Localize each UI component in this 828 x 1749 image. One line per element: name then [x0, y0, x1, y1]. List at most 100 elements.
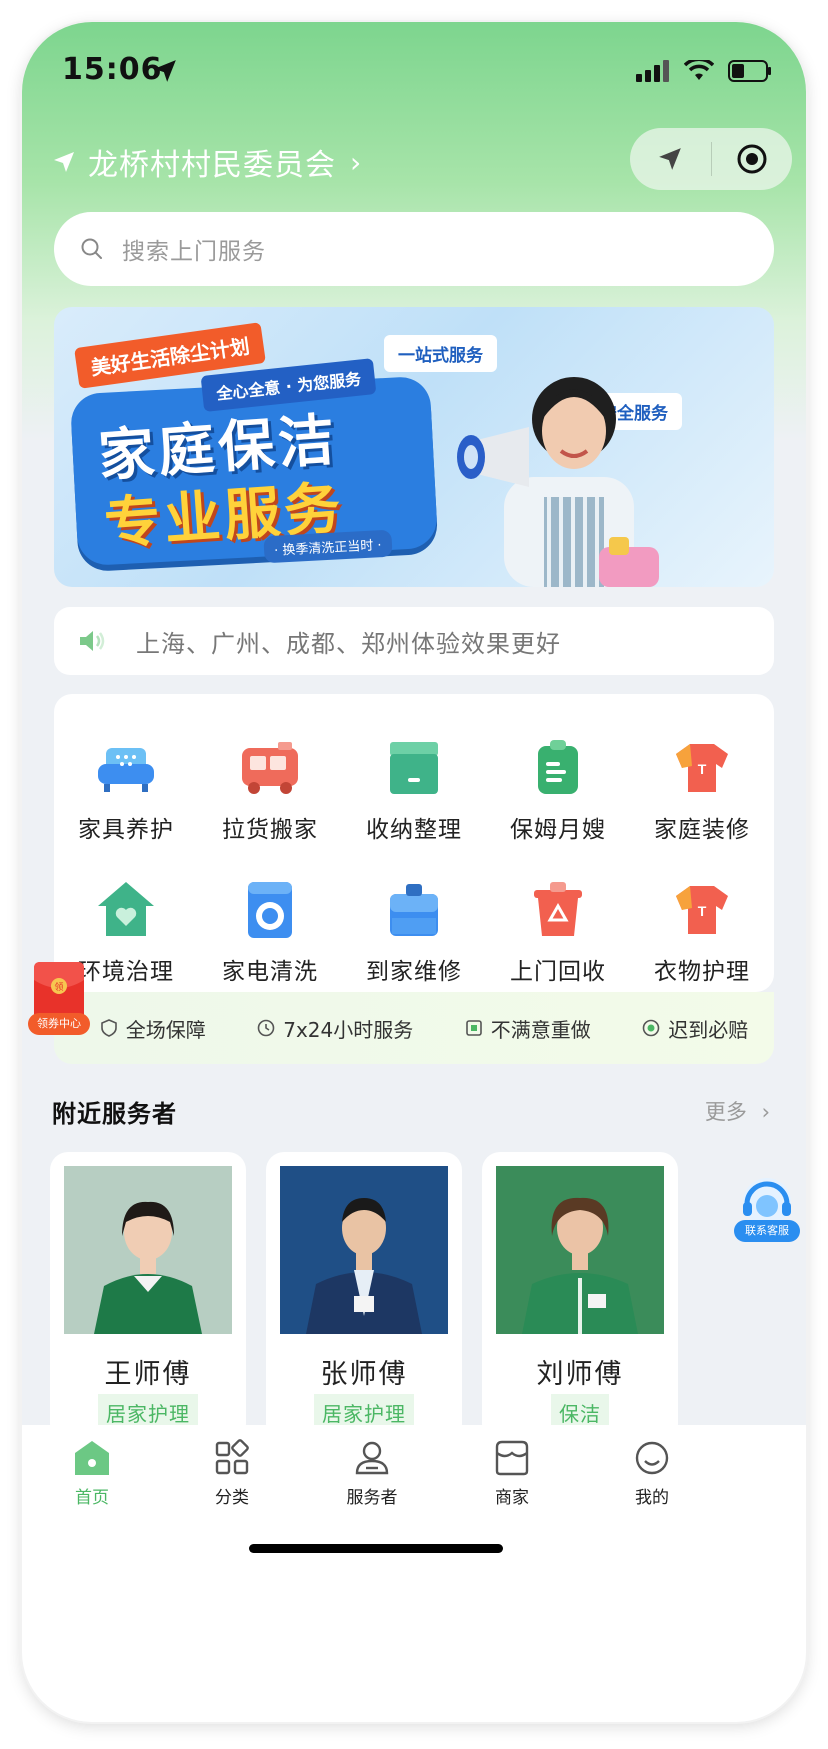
target-icon — [737, 144, 767, 174]
phone-screen: 15:06 龙桥村村民委员会 › 搜索上门服务 美好生活除尘计划 全心全意 · … — [22, 22, 806, 1722]
service-label: 到家维修 — [366, 959, 462, 985]
truck-icon — [242, 742, 298, 794]
service-categories-grid: 家具养护 拉货搬家 收纳整理 保姆月嫂 T 家庭装修 环境治理 家电清洗 到家维… — [54, 694, 774, 992]
capsule-location-button[interactable] — [630, 128, 711, 190]
tab-label: 我的 — [635, 1488, 669, 1508]
wifi-icon — [684, 60, 714, 80]
service-item-appliance-cleaning[interactable]: 家电清洗 — [198, 878, 342, 986]
service-label: 衣物护理 — [654, 959, 750, 985]
worker-photo — [496, 1166, 664, 1334]
nearby-more-link[interactable]: 更多 › — [705, 1096, 770, 1126]
tshirt-icon: T — [676, 744, 728, 792]
search-input[interactable]: 搜索上门服务 — [54, 212, 774, 286]
battery-icon — [728, 60, 771, 82]
home-icon — [75, 1441, 109, 1475]
service-item-recycling[interactable]: 上门回收 — [486, 878, 630, 986]
notice-bar[interactable]: 上海、广州、成都、郑州体验效果更好 — [54, 607, 774, 675]
tab-merchants[interactable]: 商家 — [452, 1439, 572, 1508]
mini-program-capsule — [630, 128, 792, 190]
service-item-clothing-care[interactable]: T 衣物护理 — [630, 878, 774, 986]
navigation-icon — [54, 152, 74, 172]
worker-photo — [280, 1166, 448, 1334]
worker-name: 张师傅 — [320, 1359, 408, 1390]
service-label: 家具养护 — [78, 817, 174, 843]
tab-label: 分类 — [215, 1488, 249, 1508]
tab-category[interactable]: 分类 — [172, 1439, 292, 1508]
clipboard-icon — [538, 740, 578, 794]
service-item-home-repair[interactable]: 到家维修 — [342, 878, 486, 986]
cleaner-with-megaphone-image — [457, 377, 659, 587]
coupon-badge: 领 — [54, 981, 63, 993]
profile-smile-icon — [635, 1441, 669, 1475]
location-arrow-icon — [154, 60, 176, 82]
worker-name: 刘师傅 — [536, 1359, 624, 1390]
worker-card[interactable]: 刘师傅 保洁 — [482, 1152, 678, 1442]
storage-box-icon — [390, 742, 438, 794]
washing-machine-icon — [248, 882, 292, 938]
worker-card[interactable]: 张师傅 居家护理 — [266, 1152, 462, 1442]
clock-icon — [257, 1019, 275, 1037]
worker-card[interactable]: 王师傅 居家护理 — [50, 1152, 246, 1442]
location-name: 龙桥村村民委员会 — [88, 148, 336, 183]
service-label: 家庭装修 — [654, 817, 750, 843]
recycle-bin-icon — [534, 882, 582, 936]
tab-workers[interactable]: 服务者 — [312, 1439, 432, 1508]
guarantee-label: 全场保障 — [125, 1017, 206, 1042]
tab-label: 商家 — [495, 1488, 529, 1508]
search-icon — [81, 238, 102, 259]
sofa-icon — [98, 748, 154, 792]
status-icons — [636, 60, 772, 82]
chevron-right-icon: › — [350, 145, 362, 179]
status-bar: 15:06 — [22, 22, 806, 122]
store-icon — [495, 1440, 529, 1476]
worker-name: 王师傅 — [104, 1359, 192, 1390]
worker-icon — [355, 1441, 389, 1475]
capsule-close-button[interactable] — [712, 128, 793, 190]
tshirt-icon: T — [676, 886, 728, 934]
house-heart-icon — [98, 882, 154, 936]
guarantee-label: 迟到必赔 — [668, 1017, 749, 1042]
service-label: 保姆月嫂 — [510, 817, 606, 843]
worker-photo — [64, 1166, 232, 1334]
navigation-icon — [659, 148, 682, 170]
chevron-right-icon: › — [761, 1100, 770, 1124]
more-label: 更多 — [704, 1100, 747, 1124]
tab-label: 服务者 — [346, 1488, 398, 1508]
promo-banner[interactable]: 美好生活除尘计划 全心全意 · 为您服务 家庭保洁 专业服务 · 换季清洗正当时… — [54, 307, 774, 587]
tab-label: 首页 — [75, 1488, 109, 1508]
service-item-moving[interactable]: 拉货搬家 — [198, 736, 342, 844]
service-item-organizing[interactable]: 收纳整理 — [342, 736, 486, 844]
service-item-nanny[interactable]: 保姆月嫂 — [486, 736, 630, 844]
guarantee-item: 7x24小时服务 — [257, 1014, 413, 1043]
home-indicator — [249, 1544, 503, 1553]
location-selector[interactable]: 龙桥村村民委员会 › — [52, 140, 361, 184]
service-label: 上门回收 — [510, 959, 606, 985]
guarantee-item: 全场保障 — [100, 1014, 206, 1043]
compensation-icon — [642, 1019, 660, 1037]
status-time: 15:06 — [62, 52, 163, 87]
guarantee-label: 不满意重做 — [490, 1017, 591, 1042]
tab-profile[interactable]: 我的 — [592, 1439, 712, 1508]
service-item-furniture-care[interactable]: 家具养护 — [54, 736, 198, 844]
service-label: 拉货搬家 — [222, 817, 318, 843]
cellular-signal-icon — [636, 60, 669, 82]
banner-tag-bottom: · 换季清洗正当时 · — [263, 529, 393, 564]
search-placeholder: 搜索上门服务 — [122, 239, 266, 265]
service-guarantees: 全场保障 7x24小时服务 不满意重做 迟到必赔 — [54, 992, 774, 1064]
guarantee-item: 不满意重做 — [465, 1014, 591, 1043]
guarantee-label: 7x24小时服务 — [283, 1017, 414, 1042]
service-item-decoration[interactable]: T 家庭装修 — [630, 736, 774, 844]
toolbox-icon — [390, 884, 438, 936]
redo-icon — [465, 1020, 482, 1036]
customer-service-label[interactable]: 联系客服 — [734, 1220, 800, 1242]
service-label: 收纳整理 — [366, 817, 462, 843]
speaker-icon — [80, 631, 105, 651]
nearby-section-title: 附近服务者 — [52, 1100, 177, 1128]
service-label: 家电清洗 — [222, 959, 318, 985]
shield-icon — [100, 1019, 117, 1037]
bottom-tab-bar: 首页 分类 服务者 商家 我的 — [22, 1425, 806, 1722]
category-grid-icon — [215, 1439, 249, 1475]
tab-home[interactable]: 首页 — [32, 1439, 152, 1508]
coupon-center-label[interactable]: 领券中心 — [28, 1013, 90, 1035]
svg-text:T: T — [698, 903, 707, 919]
